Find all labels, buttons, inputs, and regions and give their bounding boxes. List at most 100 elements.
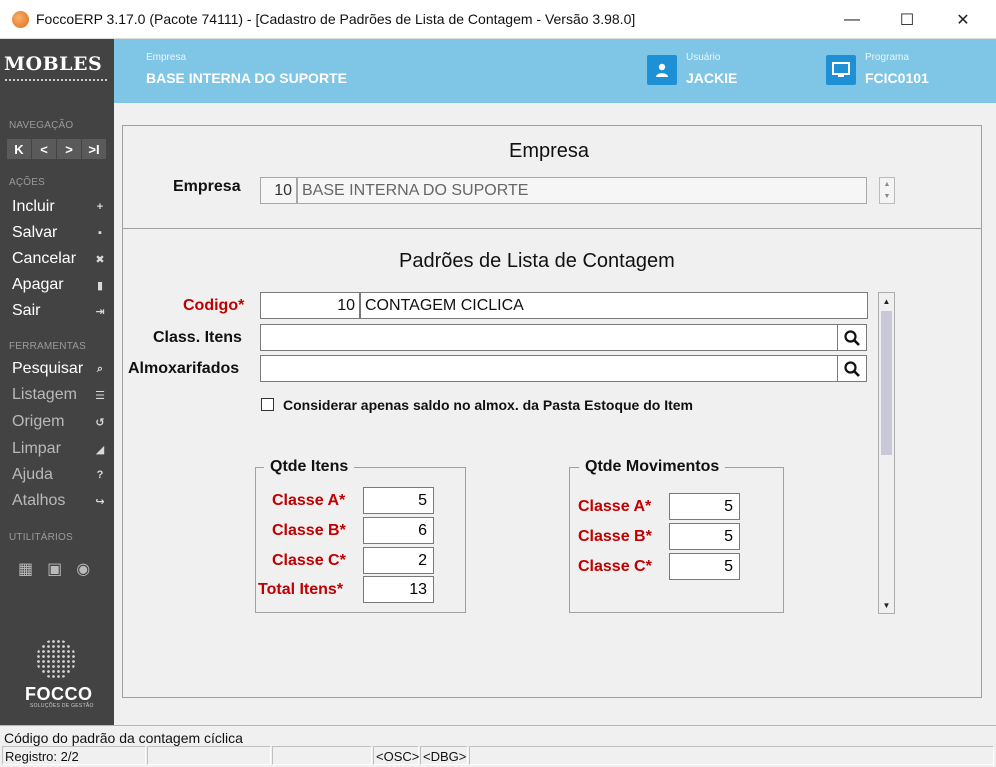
sidebar-item-origem[interactable]: Origem ↺ [0, 409, 114, 435]
calculator-icon[interactable]: ▦ [18, 559, 33, 579]
qtde-itens-total-field[interactable]: 13 [363, 576, 434, 603]
status-osc: <OSC> [373, 746, 419, 765]
class-itens-label: Class. Itens [153, 329, 242, 346]
empresa-name-field: BASE INTERNA DO SUPORTE [297, 177, 867, 204]
form-scrollbar[interactable]: ▲ ▼ [878, 292, 895, 614]
logo-underline [5, 79, 107, 82]
programa-value: FCIC0101 [865, 70, 929, 86]
considerar-checkbox[interactable] [261, 398, 274, 411]
nav-buttons: K < > >I [7, 139, 106, 159]
spin-down-icon: ▼ [883, 193, 891, 201]
codigo-field[interactable]: 10 [260, 292, 360, 319]
class-itens-lookup-button[interactable] [837, 324, 867, 351]
class-itens-field[interactable] [260, 324, 838, 351]
eraser-icon: ◢ [95, 443, 105, 456]
cancel-icon: ✖ [95, 253, 105, 266]
qtde-movimentos-group: Qtde Movimentos Classe A* 5 Classe B* 5 … [569, 458, 784, 613]
search-icon [844, 329, 860, 346]
qtde-itens-classe-a-label: Classe A* [272, 492, 346, 509]
sidebar-item-ajuda[interactable]: Ajuda ? [0, 462, 114, 488]
empresa-spinner[interactable]: ▲ ▼ [879, 177, 895, 204]
qtde-mov-classe-c-field[interactable]: 5 [669, 553, 740, 580]
sidebar-item-salvar[interactable]: Salvar ▪ [0, 220, 114, 246]
sidebar-item-label: Cancelar [12, 250, 77, 267]
status-cell-empty-2 [272, 746, 372, 765]
sidebar-item-label: Limpar [12, 440, 61, 457]
sidebar-item-cancelar[interactable]: Cancelar ✖ [0, 246, 114, 272]
help-icon: ? [96, 469, 104, 481]
sidebar-item-atalhos[interactable]: Atalhos ↪ [0, 488, 114, 514]
scroll-up-icon[interactable]: ▲ [879, 293, 894, 309]
sidebar-item-label: Incluir [12, 198, 55, 215]
qtde-mov-classe-b-field[interactable]: 5 [669, 523, 740, 550]
sidebar-item-label: Pesquisar [12, 360, 84, 377]
list-icon: ☰ [95, 389, 105, 402]
sidebar-item-incluir[interactable]: Incluir + [0, 194, 114, 220]
form-panel: Empresa Empresa 10 BASE INTERNA DO SUPOR… [122, 125, 982, 698]
scroll-down-icon[interactable]: ▼ [879, 597, 894, 613]
almoxarifados-field[interactable] [260, 355, 838, 382]
trash-icon: ▮ [96, 279, 104, 292]
sidebar-item-sair[interactable]: Sair ⇥ [0, 298, 114, 324]
sidebar-section-ferramentas: FERRAMENTAS [9, 341, 87, 352]
spin-up-icon: ▲ [883, 180, 891, 188]
sidebar-item-label: Origem [12, 413, 65, 430]
focco-brand: FOCCO [25, 684, 93, 704]
almoxarifados-lookup-button[interactable] [837, 355, 867, 382]
plus-icon: + [96, 201, 104, 213]
qtde-itens-classe-c-field[interactable]: 2 [363, 547, 434, 574]
sidebar: NAVEGAÇÃO K < > >I AÇÕES Incluir + Salva… [0, 103, 114, 725]
qtde-itens-classe-b-field[interactable]: 6 [363, 517, 434, 544]
shortcut-icon: ↪ [95, 495, 105, 508]
sidebar-item-apagar[interactable]: Apagar ▮ [0, 272, 114, 298]
section-divider [123, 228, 981, 229]
empresa-section-title: Empresa [509, 140, 590, 162]
sidebar-item-label: Sair [12, 302, 41, 319]
close-button[interactable]: ✕ [935, 0, 991, 39]
codigo-description-field[interactable]: CONTAGEM CICLICA [360, 292, 868, 319]
programa-caption: Programa [865, 52, 909, 63]
main-content: Empresa Empresa 10 BASE INTERNA DO SUPOR… [114, 103, 996, 725]
sidebar-item-limpar[interactable]: Limpar ◢ [0, 436, 114, 462]
search-icon: ⌕ [96, 362, 104, 375]
scroll-thumb[interactable] [881, 311, 892, 455]
logo-text: MOBLES [4, 53, 103, 75]
qtde-itens-title: Qtde Itens [264, 458, 355, 476]
qtde-itens-classe-b-label: Classe B* [272, 522, 346, 539]
sidebar-item-label: Salvar [12, 224, 58, 241]
nav-prev-button[interactable]: < [32, 139, 56, 159]
status-bar: Código do padrão da contagem cíclica Reg… [0, 725, 996, 767]
camera-icon[interactable]: ◉ [76, 559, 90, 579]
codigo-label: Codigo* [183, 297, 245, 314]
qtde-movimentos-title: Qtde Movimentos [579, 458, 726, 476]
search-icon [844, 360, 860, 377]
sidebar-item-label: Listagem [12, 386, 77, 403]
sidebar-item-label: Apagar [12, 276, 64, 293]
nav-next-button[interactable]: > [57, 139, 81, 159]
monitor-icon [826, 55, 856, 85]
usuario-value: JACKIE [686, 70, 738, 86]
sidebar-item-pesquisar[interactable]: Pesquisar ⌕ [0, 356, 114, 382]
maximize-button[interactable]: ☐ [879, 0, 935, 39]
status-cell-empty-1 [147, 746, 271, 765]
almoxarifados-label: Almoxarifados [128, 360, 240, 377]
qtde-itens-classe-a-field[interactable]: 5 [363, 487, 434, 514]
sidebar-item-listagem[interactable]: Listagem ☰ [0, 382, 114, 408]
app-icon [12, 11, 29, 28]
sidebar-item-label: Atalhos [12, 492, 66, 509]
empresa-code-field[interactable]: 10 [260, 177, 297, 204]
qtde-mov-classe-c-label: Classe C* [578, 558, 652, 575]
nav-last-button[interactable]: >I [82, 139, 106, 159]
sidebar-section-navegacao: NAVEGAÇÃO [9, 120, 74, 131]
minimize-button[interactable]: — [824, 0, 880, 39]
sidebar-section-acoes: AÇÕES [9, 177, 46, 188]
qtde-mov-classe-a-field[interactable]: 5 [669, 493, 740, 520]
focco-globe-icon [36, 639, 76, 679]
undo-icon: ↺ [95, 416, 105, 429]
app-header: MOBLES Empresa BASE INTERNA DO SUPORTE U… [0, 39, 996, 103]
nav-first-button[interactable]: K [7, 139, 31, 159]
qtde-itens-total-label: Total Itens* [258, 581, 344, 598]
window-title: FoccoERP 3.17.0 (Pacote 74111) - [Cadast… [36, 11, 636, 27]
excel-icon[interactable]: ▣ [47, 559, 62, 579]
status-registro: Registro: 2/2 [2, 746, 146, 765]
